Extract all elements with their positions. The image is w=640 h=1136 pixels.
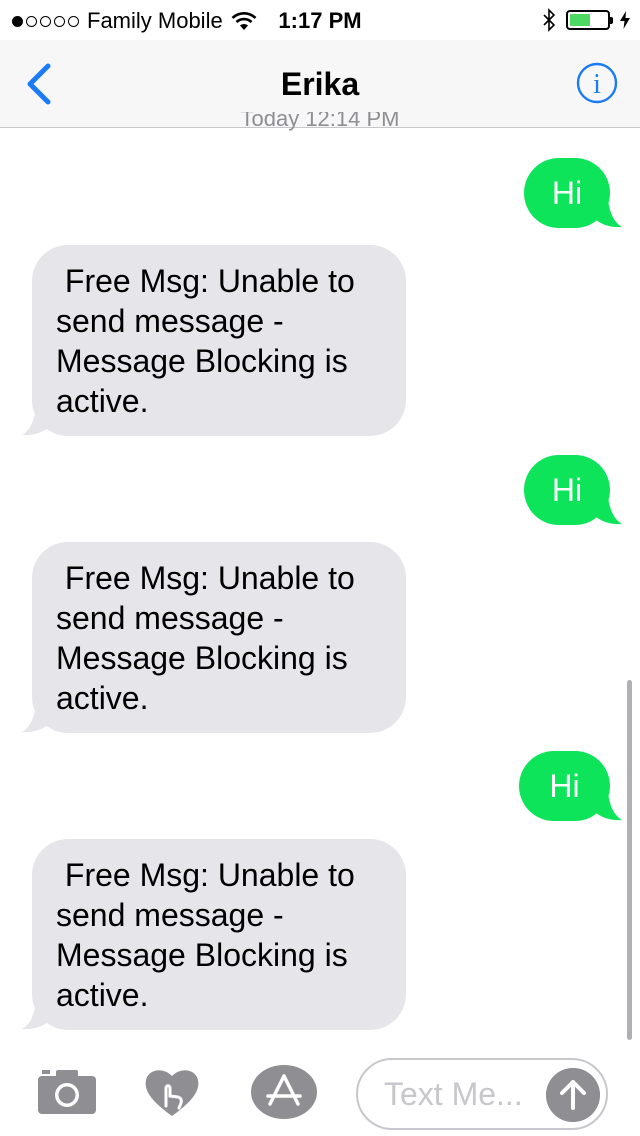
- incoming-bubble-tail: [22, 408, 50, 436]
- incoming-bubble-tail: [22, 705, 50, 733]
- message-line: Message Blocking is: [56, 937, 348, 973]
- app-store-icon[interactable]: [250, 1064, 318, 1120]
- digital-touch-icon[interactable]: [144, 1066, 200, 1118]
- message-timestamp: Today 12:14 PM: [240, 112, 400, 131]
- svg-text:i: i: [593, 69, 601, 100]
- message-text-field[interactable]: Text Me...: [356, 1058, 608, 1130]
- message-line: active.: [56, 383, 149, 419]
- message-line: active.: [56, 680, 149, 716]
- charging-bolt-icon: [620, 11, 630, 29]
- outgoing-bubble-tail: [594, 497, 622, 525]
- battery-icon: [566, 10, 613, 30]
- message-text: Hi: [551, 472, 583, 508]
- message-line: Message Blocking is: [56, 640, 348, 676]
- scroll-indicator[interactable]: [627, 680, 632, 1040]
- message-line: send message -: [56, 303, 284, 339]
- incoming-bubble-tail: [22, 1002, 50, 1030]
- outgoing-bubble-tail: [594, 200, 622, 228]
- incoming-message-bubble[interactable]: Free Msg: Unable to send message - Messa…: [32, 839, 406, 1030]
- message-text: Hi: [549, 768, 580, 804]
- message-line: active.: [56, 977, 149, 1013]
- incoming-message-bubble[interactable]: Free Msg: Unable to send message - Messa…: [32, 245, 406, 436]
- message-line: Free Msg: Unable to: [56, 560, 355, 596]
- incoming-message-bubble[interactable]: Free Msg: Unable to send message - Messa…: [32, 542, 406, 733]
- outgoing-bubble-tail: [594, 793, 622, 821]
- status-bar: Family Mobile 1:17 PM: [0, 0, 640, 40]
- message-line: Message Blocking is: [56, 343, 348, 379]
- message-text: Hi: [551, 175, 583, 211]
- message-line: send message -: [56, 600, 284, 636]
- conversation-title[interactable]: Erika: [0, 66, 640, 103]
- bluetooth-icon: [543, 8, 556, 32]
- message-line: send message -: [56, 897, 284, 933]
- camera-icon[interactable]: [38, 1068, 96, 1114]
- send-arrow-icon[interactable]: [546, 1068, 600, 1122]
- message-line: Free Msg: Unable to: [56, 857, 355, 893]
- message-line: Free Msg: Unable to: [56, 263, 355, 299]
- message-placeholder: Text Me...: [384, 1076, 523, 1112]
- info-icon[interactable]: i: [576, 62, 618, 104]
